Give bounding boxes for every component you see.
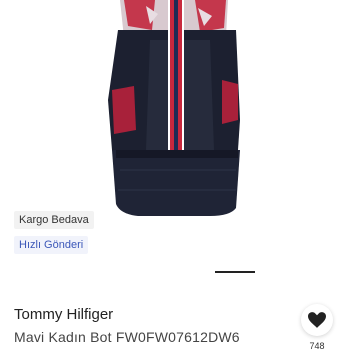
free-shipping-badge: Kargo Bedava [14, 211, 94, 229]
fast-delivery-badge: Hızlı Gönderi [14, 236, 89, 254]
product-title: Mavi Kadın Bot FW0FW07612DW6 [14, 329, 240, 345]
image-pager-indicator [215, 271, 255, 273]
heart-icon [308, 312, 326, 328]
favorite-button[interactable] [301, 304, 333, 336]
product-brand[interactable]: Tommy Hilfiger [14, 306, 113, 323]
